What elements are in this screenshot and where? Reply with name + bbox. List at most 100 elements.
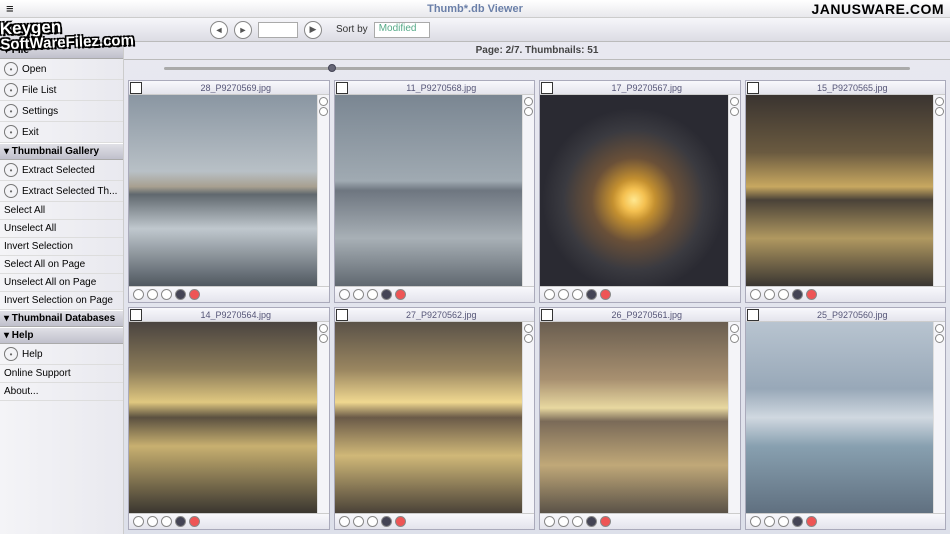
sidebar-item[interactable]: •Exit: [0, 122, 123, 143]
thumb-action-button[interactable]: [353, 289, 364, 300]
thumbnail-checkbox[interactable]: [130, 82, 142, 94]
sidebar-item[interactable]: Unselect All: [0, 220, 123, 238]
sidebar-item[interactable]: Online Support: [0, 365, 123, 383]
sidebar-item[interactable]: •Open: [0, 59, 123, 80]
thumb-side-button[interactable]: [730, 324, 739, 333]
page-slider[interactable]: [124, 60, 950, 76]
sidebar-item[interactable]: Select All on Page: [0, 256, 123, 274]
thumb-action-button[interactable]: [792, 289, 803, 300]
sidebar-item[interactable]: •Help: [0, 344, 123, 365]
sidebar-item[interactable]: About...: [0, 383, 123, 401]
thumb-side-button[interactable]: [730, 334, 739, 343]
thumb-side-button[interactable]: [319, 107, 328, 116]
thumb-action-button[interactable]: [161, 289, 172, 300]
thumbnail-checkbox[interactable]: [336, 82, 348, 94]
thumb-action-button[interactable]: [792, 516, 803, 527]
thumb-side-button[interactable]: [935, 97, 944, 106]
thumb-action-button[interactable]: [600, 289, 611, 300]
thumb-action-button[interactable]: [806, 516, 817, 527]
thumb-action-button[interactable]: [189, 516, 200, 527]
sidebar-item[interactable]: •Extract Selected: [0, 160, 123, 181]
thumb-action-button[interactable]: [189, 289, 200, 300]
thumb-side-button[interactable]: [935, 324, 944, 333]
thumb-action-button[interactable]: [353, 516, 364, 527]
thumb-action-button[interactable]: [600, 516, 611, 527]
thumb-action-button[interactable]: [764, 289, 775, 300]
thumb-action-button[interactable]: [339, 516, 350, 527]
thumb-side-button[interactable]: [319, 334, 328, 343]
thumb-action-button[interactable]: [147, 289, 158, 300]
nav-forward-button[interactable]: ►: [234, 21, 252, 39]
thumb-action-button[interactable]: [133, 516, 144, 527]
thumb-action-button[interactable]: [558, 289, 569, 300]
thumbnail-checkbox[interactable]: [336, 309, 348, 321]
thumbnail-image[interactable]: [540, 322, 728, 513]
thumb-action-button[interactable]: [544, 516, 555, 527]
thumb-action-button[interactable]: [750, 289, 761, 300]
sidebar-item[interactable]: Select All: [0, 202, 123, 220]
thumb-side-button[interactable]: [524, 334, 533, 343]
thumb-action-button[interactable]: [778, 289, 789, 300]
thumb-action-button[interactable]: [339, 289, 350, 300]
thumb-action-button[interactable]: [558, 516, 569, 527]
sidebar-section-header[interactable]: ▾ Help: [0, 327, 123, 344]
sidebar-item[interactable]: •Extract Selected Th...: [0, 181, 123, 202]
thumb-side-button[interactable]: [319, 97, 328, 106]
thumb-action-button[interactable]: [586, 516, 597, 527]
thumb-side-button[interactable]: [730, 97, 739, 106]
thumb-side-button[interactable]: [524, 97, 533, 106]
thumbnail-image[interactable]: [746, 95, 934, 286]
sidebar-item[interactable]: Invert Selection on Page: [0, 292, 123, 310]
go-button[interactable]: ▶: [304, 21, 322, 39]
thumbnail-checkbox[interactable]: [541, 82, 553, 94]
thumbnail-image[interactable]: [335, 95, 523, 286]
thumb-action-button[interactable]: [381, 289, 392, 300]
thumbnail-image[interactable]: [129, 95, 317, 286]
page-input[interactable]: [258, 22, 298, 38]
thumb-action-button[interactable]: [395, 289, 406, 300]
thumb-action-button[interactable]: [572, 289, 583, 300]
thumb-action-button[interactable]: [367, 289, 378, 300]
thumb-action-button[interactable]: [750, 516, 761, 527]
thumb-action-button[interactable]: [778, 516, 789, 527]
nav-back-button[interactable]: ◄: [210, 21, 228, 39]
thumbnail-image[interactable]: [540, 95, 728, 286]
thumb-side-button[interactable]: [935, 107, 944, 116]
thumb-side-button[interactable]: [524, 324, 533, 333]
sidebar-item[interactable]: •Settings: [0, 101, 123, 122]
thumb-side-button[interactable]: [935, 334, 944, 343]
thumbnail-checkbox[interactable]: [747, 309, 759, 321]
sidebar-item[interactable]: Invert Selection: [0, 238, 123, 256]
thumb-action-button[interactable]: [175, 289, 186, 300]
thumb-action-button[interactable]: [133, 289, 144, 300]
thumb-action-button[interactable]: [572, 516, 583, 527]
sidebar-item[interactable]: •File List: [0, 80, 123, 101]
sort-select[interactable]: Modified: [374, 22, 430, 38]
thumb-side-button[interactable]: [319, 324, 328, 333]
thumb-action-button[interactable]: [806, 289, 817, 300]
thumb-action-button[interactable]: [161, 516, 172, 527]
thumb-action-button[interactable]: [586, 289, 597, 300]
thumb-action-button[interactable]: [395, 516, 406, 527]
menu-icon[interactable]: ≡: [0, 1, 20, 16]
thumb-action-button[interactable]: [147, 516, 158, 527]
thumbnail-checkbox[interactable]: [747, 82, 759, 94]
sidebar-section-header[interactable]: ▾ File: [0, 42, 123, 59]
thumb-action-button[interactable]: [764, 516, 775, 527]
thumb-action-button[interactable]: [367, 516, 378, 527]
thumb-side-button[interactable]: [730, 107, 739, 116]
sidebar-item[interactable]: Unselect All on Page: [0, 274, 123, 292]
sidebar-item-label: Unselect All on Page: [4, 277, 96, 288]
thumbnail-image[interactable]: [746, 322, 934, 513]
sidebar-section-header[interactable]: ▾ Thumbnail Databases: [0, 310, 123, 327]
thumb-action-button[interactable]: [381, 516, 392, 527]
sidebar-section-header[interactable]: ▾ Thumbnail Gallery: [0, 143, 123, 160]
thumb-side-button[interactable]: [524, 107, 533, 116]
thumbnail-image[interactable]: [129, 322, 317, 513]
thumb-action-button[interactable]: [175, 516, 186, 527]
thumbnail-checkbox[interactable]: [541, 309, 553, 321]
thumbnail-image[interactable]: [335, 322, 523, 513]
thumb-action-button[interactable]: [544, 289, 555, 300]
thumbnail-checkbox[interactable]: [130, 309, 142, 321]
thumbnail-filename: 11_P9270568.jpg: [349, 83, 535, 93]
